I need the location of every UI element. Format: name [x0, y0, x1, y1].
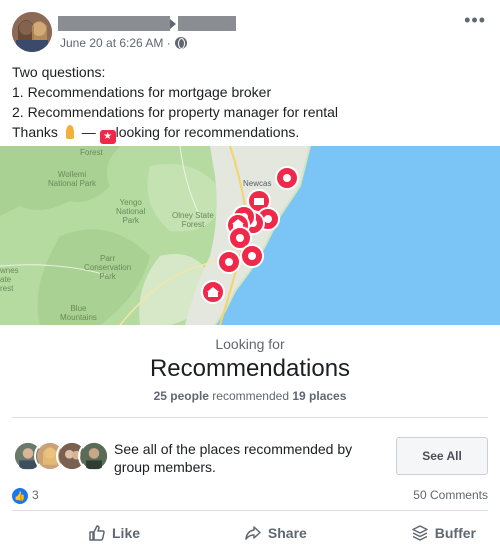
buffer-stack-icon — [412, 525, 428, 541]
recommendations-title: Recommendations — [149, 355, 351, 382]
map-pin[interactable] — [275, 166, 299, 190]
see-all-description: See all of the places recommended by gro… — [114, 441, 353, 475]
buffer-label: Buffer — [434, 525, 476, 541]
like-reaction-icon[interactable]: 👍 — [12, 488, 28, 504]
post-header: June 20 at 6:26 AM · ••• — [12, 11, 488, 54]
post-body: Two questions: 1. Recommendations for mo… — [12, 62, 488, 144]
post-line-thanks: Thanks — ★ looking for recommendations. — [12, 122, 488, 144]
post-line: Two questions: — [12, 64, 106, 80]
avatar — [78, 440, 110, 472]
post-meta: June 20 at 6:26 AM · — [60, 36, 187, 50]
group-name-redacted[interactable] — [178, 16, 236, 31]
like-button[interactable]: Like — [80, 520, 148, 546]
recommendation-star-icon: ★ — [99, 130, 116, 144]
like-label: Like — [112, 525, 141, 541]
globe-icon — [174, 37, 187, 49]
places-count[interactable]: 19 places — [292, 389, 346, 403]
author-name-redacted[interactable] — [58, 16, 170, 31]
post-line: 1. Recommendations for mortgage broker — [12, 84, 272, 100]
praying-hands-icon — [62, 125, 78, 139]
buffer-button[interactable]: Buffer — [403, 520, 484, 546]
share-button[interactable]: Share — [236, 520, 315, 546]
see-all-button[interactable]: See All — [396, 437, 488, 475]
looking-for-label: Looking for — [215, 336, 285, 352]
map-pin[interactable] — [217, 250, 241, 274]
thanks-dash: — — [81, 124, 96, 140]
thanks-text: Thanks — [12, 124, 58, 140]
post-timestamp[interactable]: June 20 at 6:26 AM · — [60, 36, 171, 50]
divider — [12, 417, 488, 418]
like-count[interactable]: 3 — [32, 488, 39, 502]
share-label: Share — [267, 525, 307, 541]
share-arrow-icon — [245, 526, 261, 540]
map-pin[interactable] — [240, 244, 264, 268]
recommended-word: recommended — [212, 389, 290, 403]
post-line: 2. Recommendations for property manager … — [12, 104, 339, 120]
author-avatar[interactable] — [12, 12, 52, 52]
comments-count[interactable]: 50 Comments — [413, 488, 488, 502]
arrow-right-icon — [170, 19, 176, 29]
divider — [12, 510, 488, 511]
recommendations-map[interactable]: Forest Wollemi National Park Yengo Natio… — [0, 146, 500, 325]
thumbs-up-icon — [89, 525, 105, 541]
more-options-icon[interactable]: ••• — [464, 11, 486, 29]
map-pin[interactable] — [201, 280, 225, 304]
post-actions: Like Share Buffer — [12, 520, 488, 546]
member-avatars[interactable] — [12, 440, 110, 472]
recommendation-stats: 25 people recommended 19 places — [0, 389, 500, 403]
activity-text: looking for recommendations. — [115, 124, 300, 140]
people-count[interactable]: 25 people — [154, 389, 209, 403]
